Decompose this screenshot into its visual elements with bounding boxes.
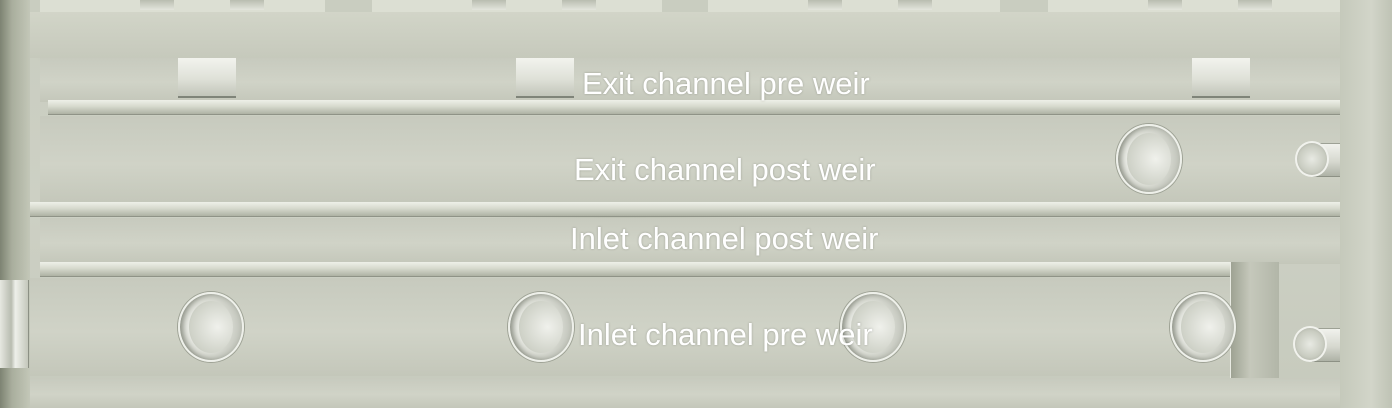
tank-render: Exit channel pre weir Exit channel post … <box>0 0 1392 408</box>
inlet-weir-ledge <box>40 262 1278 277</box>
outlet-box <box>178 58 236 98</box>
exit-pipe-end <box>1295 141 1329 177</box>
inlet-pipe-stub <box>0 280 29 368</box>
bottom-floor <box>30 378 1340 408</box>
label-exit-channel-pre-weir: Exit channel pre weir <box>582 66 870 101</box>
label-exit-channel-post-weir: Exit channel post weir <box>574 152 876 187</box>
inlet-pipe-opening <box>508 292 574 362</box>
outlet-pipe-opening <box>1116 124 1182 194</box>
inlet-side-pipe-end <box>1293 326 1327 362</box>
tank-right-wall <box>1340 0 1392 408</box>
label-inlet-channel-pre-weir: Inlet channel pre weir <box>578 317 873 352</box>
top-band <box>30 12 1340 58</box>
divider-wall <box>30 202 1340 217</box>
outlet-box <box>516 58 574 98</box>
label-inlet-channel-post-weir: Inlet channel post weir <box>570 221 879 256</box>
inlet-pipe-opening <box>1170 292 1236 362</box>
exit-weir-ledge <box>48 100 1340 115</box>
inlet-weir-end-wall <box>1230 262 1279 378</box>
inlet-pipe-opening <box>178 292 244 362</box>
outlet-box <box>1192 58 1250 98</box>
